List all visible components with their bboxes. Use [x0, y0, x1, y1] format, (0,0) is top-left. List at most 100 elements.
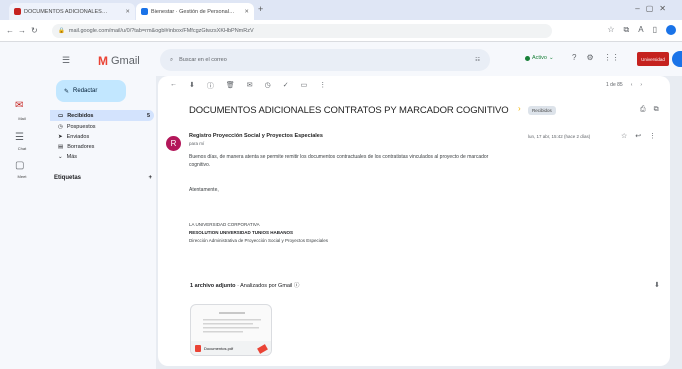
gear-icon[interactable]: ⚙	[586, 53, 593, 62]
mark-unread-icon[interactable]: ✉	[247, 81, 253, 91]
sidebar-item-more[interactable]: ⌄ Más	[50, 151, 154, 162]
document-preview-icon	[203, 312, 261, 333]
back-to-inbox-icon[interactable]: ←	[170, 81, 177, 91]
label-chip[interactable]: Recibidos	[528, 106, 556, 115]
address-bar: ← → ↻ 🔒 mail.google.com/mail/u/0/?tab=rm…	[0, 20, 682, 42]
archive-icon[interactable]: ⬇	[189, 81, 195, 91]
status-indicator[interactable]: Activo ⌄	[525, 55, 554, 61]
signature-line-3: Dirección Administrativa de Proyección S…	[189, 238, 329, 243]
search-icon[interactable]: ⌕	[170, 57, 173, 64]
chevron-down-icon: ⌄	[58, 153, 63, 160]
tab-title: DOCUMENTOS ADICIONALES…	[24, 8, 108, 15]
attachment-filename: Documentos.pdf	[204, 345, 234, 351]
back-icon[interactable]: ←	[6, 26, 14, 35]
app-rail: ✉ Mail ☰ Chat ▢ Meet	[0, 42, 44, 369]
organization-logo[interactable]: Universidad	[637, 52, 669, 66]
page-favicon-icon	[141, 8, 148, 15]
rail-meet-label: Meet	[17, 174, 27, 179]
more-options-icon[interactable]: ⋮	[319, 81, 326, 91]
gmail-m-icon: M	[98, 54, 108, 68]
gmail-logo[interactable]: M Gmail	[98, 54, 140, 68]
sidepanel-icon[interactable]: ▯	[653, 25, 657, 35]
recipient-line[interactable]: para mí	[189, 141, 204, 146]
window-controls[interactable]: –▢✕	[635, 4, 672, 13]
move-to-icon[interactable]: ▭	[301, 81, 308, 91]
labels-header: Etiquetas +	[54, 175, 152, 181]
account-avatar[interactable]	[672, 51, 682, 67]
forward-icon[interactable]: →	[18, 26, 26, 35]
body-paragraph-cont: cognitivo.	[189, 162, 211, 168]
open-new-window-icon[interactable]: ⧉	[654, 106, 659, 114]
close-tab-icon[interactable]: ✕	[125, 9, 130, 15]
attachments-header: 1 archivo adjunto · Analizados por Gmail…	[190, 283, 300, 289]
gmail-favicon-icon	[14, 8, 21, 15]
url-input[interactable]: 🔒 mail.google.com/mail/u/0/?tab=rm&ogbl#…	[52, 24, 552, 38]
more-vert-icon[interactable]: ⋮	[649, 132, 656, 140]
unread-count: 5	[146, 112, 150, 119]
meet-icon[interactable]: ▢	[15, 160, 24, 171]
pager-text: 1 de 85	[606, 82, 623, 88]
help-icon[interactable]: ?	[572, 53, 576, 62]
sidebar-item-inbox[interactable]: ▭ Recibidos 5	[50, 110, 154, 121]
message-actions: ☆ ↩ ⋮	[621, 132, 656, 140]
mail-icon[interactable]: ✉	[15, 100, 23, 111]
greeting: Atentamente,	[189, 187, 219, 193]
delete-icon[interactable]: 🗑	[226, 81, 235, 91]
next-page-icon[interactable]: ›	[640, 82, 642, 88]
body-paragraph: Buenos días, de manera atenta se permite…	[189, 154, 489, 160]
message-date: lun, 17 abr, 15:42 (hace 2 días)	[528, 134, 591, 139]
star-icon[interactable]: ☆	[621, 132, 627, 140]
pdf-icon	[195, 344, 201, 352]
profile-avatar[interactable]	[666, 25, 676, 35]
signature-line-1: LA UNIVERSIDAD CORPORATIVA	[189, 222, 260, 227]
print-icon[interactable]: ⎙	[640, 106, 646, 114]
extensions-icon[interactable]: ⧉	[624, 25, 630, 35]
rail-chat-label: Chat	[17, 146, 27, 151]
email-subject: DOCUMENTOS ADICIONALES CONTRATOS PY MARC…	[189, 105, 509, 116]
status-dot-icon	[525, 55, 530, 61]
translate-icon[interactable]: A	[638, 25, 643, 35]
send-icon: ➤	[58, 133, 63, 140]
app-name: Gmail	[111, 55, 140, 67]
sender-avatar[interactable]: R	[166, 136, 181, 151]
subject-actions: ⎙ ⧉	[640, 106, 659, 114]
compose-label: Redactar	[73, 88, 98, 94]
report-spam-icon[interactable]: ⓘ	[207, 81, 214, 91]
apps-grid-icon[interactable]: ⋮⋮	[604, 53, 620, 62]
reload-icon[interactable]: ↻	[31, 26, 38, 35]
attachment-card[interactable]: Documentos.pdf	[190, 304, 272, 356]
chevron-down-icon: ⌄	[548, 55, 554, 61]
message-toolbar: ← ⬇ ⓘ 🗑 ✉ ◷ ✓ ▭ ⋮	[170, 81, 326, 91]
sender-name[interactable]: Registro Proyección Social y Proyectos E…	[189, 133, 323, 139]
browser-tab-bar: DOCUMENTOS ADICIONALES… ✕ Bienestar · Ge…	[0, 0, 682, 20]
close-tab-icon[interactable]: ✕	[244, 9, 249, 15]
reply-icon[interactable]: ↩	[635, 132, 641, 140]
chat-icon[interactable]: ☰	[15, 132, 24, 143]
search-input[interactable]: Buscar en el correo	[179, 57, 227, 63]
add-to-drive-icon[interactable]: ⬇	[654, 281, 660, 289]
lock-icon: 🔒	[58, 28, 65, 34]
header-icons: ? ⚙ ⋮⋮	[572, 53, 620, 62]
draft-icon: ▤	[58, 143, 64, 150]
prev-page-icon[interactable]: ‹	[631, 82, 633, 88]
pencil-icon: ✎	[64, 88, 70, 95]
add-task-icon[interactable]: ✓	[283, 81, 289, 91]
tab-title: Bienestar · Gestión de Personal…	[151, 8, 235, 15]
search-bar[interactable]: ⌕ Buscar en el correo ☷	[160, 49, 490, 71]
new-tab-button[interactable]: +	[258, 4, 263, 14]
browser-actions: ☆ ⧉ A ▯	[607, 25, 676, 35]
star-icon[interactable]: ☆	[607, 25, 614, 35]
important-marker-icon[interactable]: ›	[518, 104, 521, 113]
compose-button[interactable]: ✎ Redactar	[56, 80, 126, 102]
signature-line-2: RESOLUTION UNIVERSIDAD TUNIOS HABANOS	[189, 230, 294, 235]
browser-tab-2[interactable]: Bienestar · Gestión de Personal… ✕	[136, 3, 254, 20]
pagination: 1 de 85 ‹ ›	[606, 82, 642, 88]
main-menu-icon[interactable]: ☰	[62, 55, 70, 66]
browser-tab-1[interactable]: DOCUMENTOS ADICIONALES… ✕	[9, 3, 135, 20]
search-options-icon[interactable]: ☷	[475, 57, 480, 63]
rail-mail-label: Mail	[18, 116, 26, 121]
snooze-icon[interactable]: ◷	[265, 81, 271, 91]
add-label-button[interactable]: +	[148, 175, 152, 181]
inbox-icon: ▭	[58, 112, 64, 119]
clock-icon: ◷	[58, 123, 63, 130]
